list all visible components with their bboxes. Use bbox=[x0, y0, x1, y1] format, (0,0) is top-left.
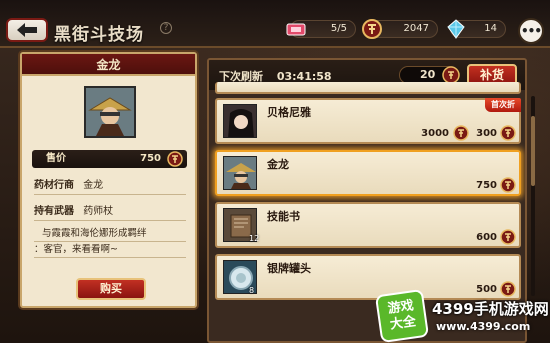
character-portrait bbox=[84, 86, 136, 138]
begonia-portrait-icon bbox=[224, 105, 256, 137]
list-item[interactable]: 12 技能书 600 bbox=[215, 202, 521, 248]
watermark: 游戏 大全 4399手机游戏网 www.4399.com bbox=[370, 288, 550, 343]
item-detail-panel: 金龙 售价 750 药材行商 金龙 持有武器 药师杖 与霞霞和海伦娜形成羁绊 ：… bbox=[20, 52, 197, 308]
list-item[interactable]: 贝格尼雅 首次折 3000 300 bbox=[215, 98, 521, 144]
back-arrow-icon bbox=[17, 23, 37, 37]
occupation-row: 药材行商 金龙 bbox=[34, 176, 186, 195]
back-button[interactable] bbox=[6, 18, 48, 42]
item-name: 贝格尼雅 bbox=[267, 106, 311, 119]
description-line: ：客官，来看看啊~ bbox=[34, 242, 186, 258]
gem-value: 14 bbox=[484, 23, 497, 34]
description: 与霞霞和海伦娜形成羁绊 ：客官，来看看啊~ bbox=[34, 226, 186, 258]
list-item-selected[interactable]: 金龙 750 bbox=[215, 150, 521, 196]
item-name: 金龙 bbox=[267, 158, 289, 171]
item-price: 600 bbox=[476, 232, 497, 243]
coin-icon bbox=[167, 151, 183, 167]
coin-icon bbox=[362, 19, 382, 39]
price-bar: 售价 750 bbox=[32, 150, 187, 168]
watermark-url: www.4399.com bbox=[436, 320, 531, 333]
item-thumbnail bbox=[223, 156, 257, 190]
scrollbar[interactable] bbox=[531, 96, 535, 296]
golden-dragon-portrait-icon bbox=[224, 157, 256, 189]
item-name: 银牌罐头 bbox=[267, 262, 311, 275]
buy-button[interactable]: 购买 bbox=[76, 278, 146, 300]
occupation-value: 金龙 bbox=[83, 180, 104, 191]
coin-counter[interactable]: 2047 bbox=[362, 19, 438, 39]
scrollbar-thumb[interactable] bbox=[531, 116, 535, 186]
ticket-icon bbox=[286, 23, 306, 36]
weapon-value: 药师杖 bbox=[83, 206, 114, 217]
item-thumbnail bbox=[223, 104, 257, 138]
item-price: 300 bbox=[476, 128, 497, 139]
price-value: 750 bbox=[140, 153, 161, 164]
gem-counter[interactable]: 14 bbox=[447, 19, 506, 39]
chat-dots-icon: ••• bbox=[520, 24, 542, 38]
watermark-logo-icon: 游戏 大全 bbox=[374, 288, 430, 343]
watermark-site-name: 4399手机游戏网 bbox=[432, 300, 549, 318]
ticket-value: 5/5 bbox=[330, 23, 347, 34]
occupation-label: 药材行商 bbox=[34, 180, 74, 191]
discount-badge: 首次折 bbox=[485, 98, 521, 112]
refresh-cost-value: 20 bbox=[420, 68, 436, 81]
list-item-partial[interactable] bbox=[215, 82, 521, 94]
coin-icon bbox=[500, 125, 516, 141]
coin-icon bbox=[453, 125, 469, 141]
chat-button[interactable]: ••• bbox=[518, 18, 544, 44]
item-quantity: 8 bbox=[249, 286, 255, 295]
page-title: 黑街斗技场 bbox=[54, 25, 144, 45]
golden-dragon-portrait-icon bbox=[86, 88, 134, 136]
price-label: 售价 bbox=[46, 153, 66, 164]
ticket-counter[interactable]: 5/5 bbox=[286, 20, 356, 38]
item-name: 技能书 bbox=[267, 210, 300, 223]
help-icon[interactable]: ? bbox=[160, 22, 172, 34]
gem-icon bbox=[447, 19, 465, 39]
coin-value: 2047 bbox=[403, 23, 429, 34]
weapon-label: 持有武器 bbox=[34, 206, 74, 217]
weapon-row: 持有武器 药师杖 bbox=[34, 202, 186, 221]
item-price: 750 bbox=[476, 180, 497, 191]
top-bar: 黑街斗技场 ? 5/5 2047 14 ••• bbox=[0, 0, 550, 48]
item-quantity: 12 bbox=[249, 234, 260, 243]
detail-title: 金龙 bbox=[22, 54, 195, 76]
item-old-price: 3000 bbox=[421, 128, 449, 139]
description-line: 与霞霞和海伦娜形成羁绊 bbox=[34, 226, 186, 242]
coin-icon bbox=[500, 229, 516, 245]
coin-icon bbox=[500, 177, 516, 193]
